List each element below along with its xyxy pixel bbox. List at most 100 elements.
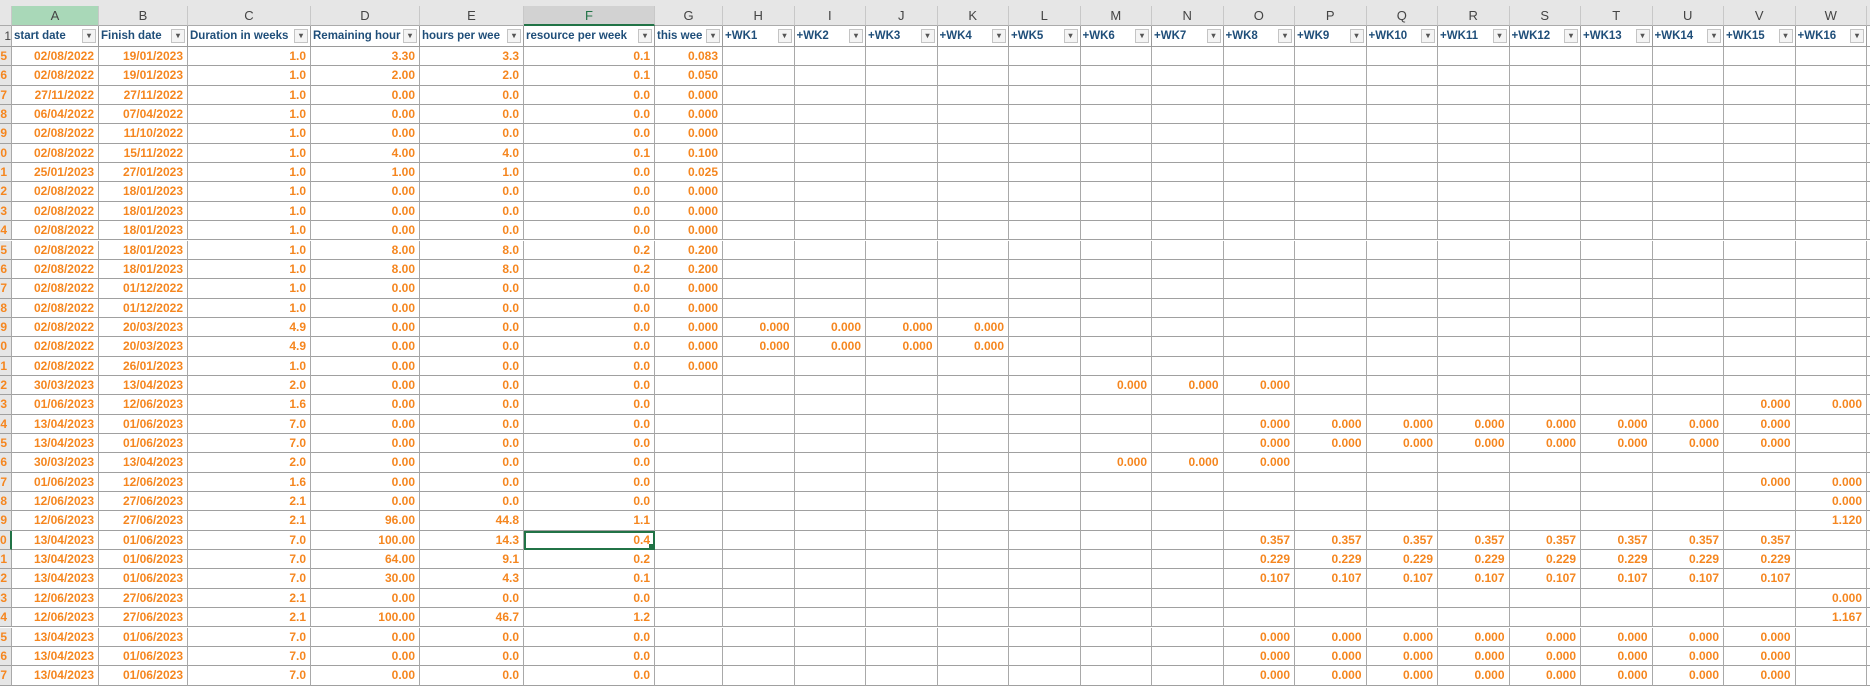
week-cell[interactable] <box>1366 337 1438 357</box>
table-cell[interactable]: 4.3 <box>420 569 524 589</box>
table-cell[interactable]: 27/11/2022 <box>12 85 99 106</box>
week-cell[interactable] <box>937 356 1009 376</box>
week-cell[interactable] <box>1438 608 1510 628</box>
week-cell[interactable]: 0.000 <box>1223 453 1295 473</box>
week-cell[interactable] <box>1295 66 1367 86</box>
column-header-g[interactable]: G <box>655 6 723 26</box>
table-cell[interactable]: 13/04/2023 <box>12 434 99 454</box>
filter-dropdown-button[interactable]: ▾ <box>403 29 417 43</box>
week-cell[interactable]: 0.000 <box>1652 414 1724 434</box>
week-cell[interactable]: 0.000 <box>1581 414 1653 434</box>
row-number[interactable]: 4 <box>0 221 12 241</box>
week-cell[interactable] <box>1009 124 1081 144</box>
table-cell[interactable]: 27/06/2023 <box>99 588 188 609</box>
table-cell[interactable]: 0.0 <box>524 472 655 493</box>
week-cell[interactable] <box>1509 182 1581 202</box>
filter-dropdown-button[interactable]: ▾ <box>1707 29 1721 43</box>
week-cell[interactable] <box>1009 492 1081 512</box>
row-number[interactable]: 1 <box>0 163 12 183</box>
table-cell[interactable]: 1.00 <box>311 163 420 183</box>
table-cell[interactable]: 0.0 <box>420 375 524 396</box>
week-cell[interactable] <box>866 588 938 609</box>
week-cell[interactable] <box>1652 317 1724 338</box>
week-cell[interactable]: 0.000 <box>1366 666 1438 686</box>
week-cell[interactable] <box>1795 124 1867 144</box>
table-cell[interactable]: 8.0 <box>420 259 524 280</box>
week-cell[interactable] <box>937 414 1009 434</box>
week-cell[interactable] <box>1438 85 1510 106</box>
table-cell[interactable]: 0.00 <box>311 627 420 647</box>
week-cell[interactable] <box>1652 279 1724 299</box>
week-cell[interactable] <box>1152 66 1224 86</box>
week-cell[interactable] <box>723 666 795 686</box>
week-cell[interactable]: 0.000 <box>866 337 938 357</box>
week-cell[interactable] <box>1795 105 1867 125</box>
week-cell[interactable] <box>1080 588 1152 609</box>
week-cell[interactable] <box>794 240 866 260</box>
week-cell[interactable]: 0.000 <box>1509 627 1581 647</box>
week-cell[interactable] <box>937 434 1009 454</box>
table-cell[interactable]: 0.00 <box>311 337 420 357</box>
week-cell[interactable] <box>794 472 866 493</box>
week-cell[interactable] <box>723 240 795 260</box>
week-cell[interactable] <box>1652 588 1724 609</box>
week-cell[interactable] <box>1652 453 1724 473</box>
week-cell[interactable] <box>1724 511 1796 531</box>
table-cell[interactable]: 30/03/2023 <box>12 375 99 396</box>
week-cell[interactable] <box>1795 356 1867 376</box>
table-cell[interactable]: 3.30 <box>311 47 420 67</box>
week-cell[interactable] <box>794 221 866 241</box>
table-header-cell[interactable]: this wee ▾ <box>655 26 723 47</box>
week-cell[interactable] <box>1581 337 1653 357</box>
week-cell[interactable] <box>1366 279 1438 299</box>
week-cell[interactable] <box>1152 492 1224 512</box>
table-cell[interactable]: 12/06/2023 <box>99 395 188 415</box>
table-cell[interactable]: 0.00 <box>311 666 420 686</box>
week-cell[interactable] <box>1795 627 1867 647</box>
table-cell[interactable]: 0.083 <box>655 47 723 67</box>
table-header-cell[interactable]: hours per wee ▾ <box>420 26 524 47</box>
week-cell[interactable] <box>1295 317 1367 338</box>
week-cell[interactable] <box>1366 608 1438 628</box>
row-number[interactable]: 3 <box>0 201 12 222</box>
week-cell[interactable] <box>1795 298 1867 318</box>
table-cell[interactable]: 0.000 <box>655 124 723 144</box>
week-cell[interactable] <box>1795 221 1867 241</box>
table-cell[interactable]: 0.0 <box>420 201 524 222</box>
week-cell[interactable]: 0.000 <box>1438 414 1510 434</box>
row-number[interactable]: 0 <box>0 143 12 164</box>
week-cell[interactable] <box>1724 85 1796 106</box>
week-cell[interactable] <box>1366 375 1438 396</box>
week-cell[interactable] <box>1295 259 1367 280</box>
week-cell[interactable]: 0.000 <box>1795 492 1867 512</box>
table-cell[interactable]: 18/01/2023 <box>99 259 188 280</box>
week-cell[interactable] <box>1795 47 1867 67</box>
week-cell[interactable]: 0.000 <box>1581 434 1653 454</box>
table-cell[interactable]: 0.00 <box>311 472 420 493</box>
week-cell[interactable] <box>1509 259 1581 280</box>
week-cell[interactable] <box>1509 201 1581 222</box>
week-cell[interactable]: 0.357 <box>1223 530 1295 551</box>
week-cell[interactable] <box>1295 453 1367 473</box>
row-number[interactable]: 1 <box>0 26 12 47</box>
table-cell[interactable]: 1.0 <box>188 259 311 280</box>
week-cell[interactable] <box>794 414 866 434</box>
week-cell[interactable]: 0.000 <box>1652 666 1724 686</box>
week-cell[interactable] <box>1581 375 1653 396</box>
table-cell[interactable]: 7.0 <box>188 550 311 570</box>
table-cell[interactable]: 0.0 <box>420 182 524 202</box>
table-cell[interactable]: 1.6 <box>188 472 311 493</box>
row-number[interactable]: 2 <box>0 375 12 396</box>
week-cell[interactable] <box>1581 279 1653 299</box>
row-number[interactable]: 1 <box>0 550 12 570</box>
table-cell[interactable]: 01/12/2022 <box>99 279 188 299</box>
filter-dropdown-button[interactable]: ▾ <box>777 29 792 43</box>
week-cell[interactable] <box>1152 337 1224 357</box>
table-cell[interactable]: 0.0 <box>524 646 655 667</box>
week-cell[interactable] <box>866 163 938 183</box>
week-cell[interactable] <box>1509 492 1581 512</box>
week-cell[interactable]: 0.000 <box>1509 646 1581 667</box>
week-cell[interactable] <box>1152 201 1224 222</box>
week-cell[interactable] <box>1724 47 1796 67</box>
week-cell[interactable] <box>1652 201 1724 222</box>
